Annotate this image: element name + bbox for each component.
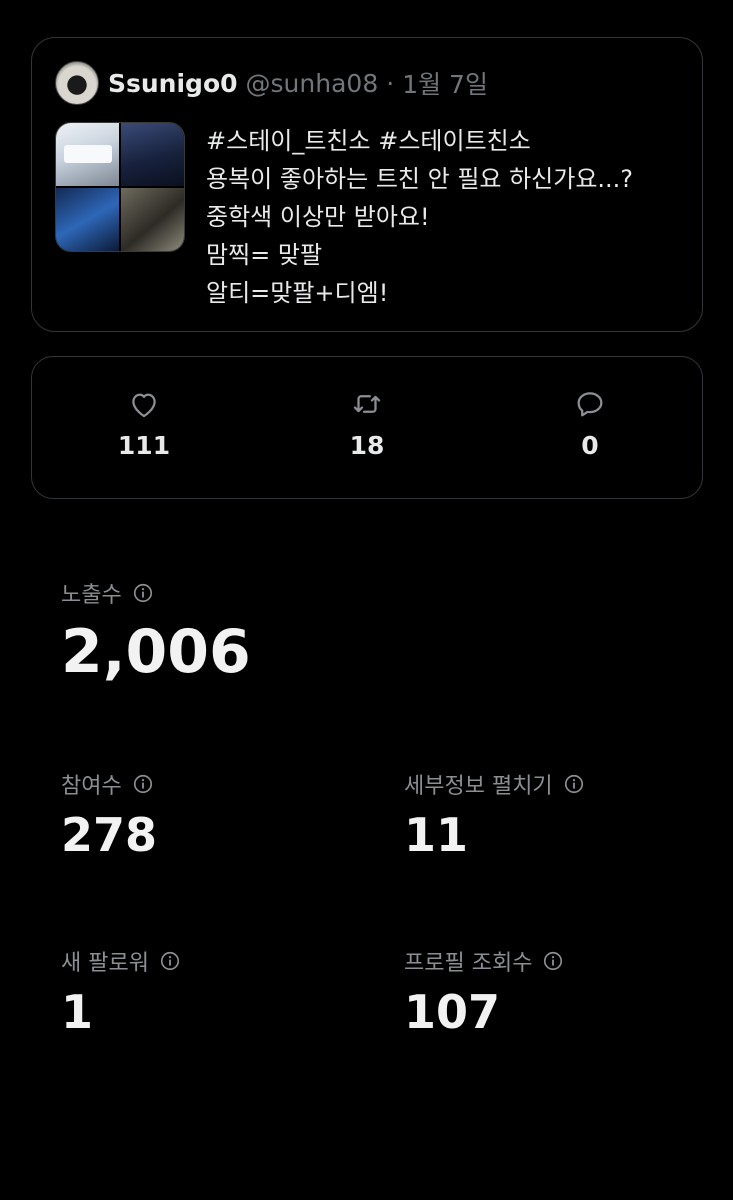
quoted-tweet-card[interactable]: Ssunigo0 @sunha08 · 1월 7일 #스테이_트친소 #스테이트… [31, 37, 703, 332]
separator-dot: · [386, 68, 395, 98]
engagements-value: 278 [61, 808, 158, 862]
reply-action[interactable]: 0 [530, 387, 650, 460]
new-followers-value: 1 [61, 985, 94, 1039]
author-name[interactable]: Ssunigo0 [108, 69, 238, 98]
media-image-4 [121, 188, 184, 251]
impressions-metric: 노출수 2,006 [61, 577, 251, 687]
media-thumbnail[interactable] [55, 122, 185, 252]
detail-expands-label: 세부정보 펼치기 [404, 774, 553, 799]
tweet-line: 용복이 좋아하는 트친 안 필요 하신가요...? [206, 165, 634, 193]
engagements-label: 참여수 [61, 774, 122, 799]
tweet-line: 중학색 이상만 받아요! [206, 203, 430, 231]
engagements-metric: 참여수 278 [61, 768, 157, 862]
engagement-actions-card: 111 18 0 [31, 356, 703, 499]
reply-icon [577, 392, 603, 417]
tweet-line: #스테이_트친소 #스테이트친소 [206, 127, 531, 155]
tweet-author-row: Ssunigo0 @sunha08 · 1월 7일 [55, 60, 488, 106]
info-icon[interactable] [159, 950, 181, 972]
profile-visits-label-row: 프로필 조회수 [404, 945, 564, 977]
info-icon[interactable] [132, 773, 154, 795]
profile-visits-label: 프로필 조회수 [404, 951, 533, 976]
avatar[interactable] [55, 61, 99, 105]
heart-icon [132, 393, 156, 418]
like-action[interactable]: 111 [84, 387, 204, 460]
post-date[interactable]: 1월 7일 [402, 65, 488, 101]
like-count: 111 [117, 431, 171, 460]
engagements-label-row: 참여수 [61, 768, 157, 800]
retweet-action[interactable]: 18 [307, 387, 427, 460]
detail-expands-label-row: 세부정보 펼치기 [404, 768, 585, 800]
impressions-label-row: 노출수 [61, 577, 251, 609]
media-image-2 [121, 123, 184, 186]
impressions-value: 2,006 [61, 617, 251, 687]
tweet-text: #스테이_트친소 #스테이트친소 용복이 좋아하는 트친 안 필요 하신가요..… [206, 122, 686, 312]
retweet-count: 18 [349, 431, 385, 460]
detail-expands-metric: 세부정보 펼치기 11 [404, 768, 585, 862]
new-followers-label: 새 팔로워 [61, 951, 149, 976]
retweet-icon [353, 395, 381, 413]
profile-visits-metric: 프로필 조회수 107 [404, 945, 564, 1039]
profile-visits-value: 107 [404, 985, 501, 1039]
new-followers-metric: 새 팔로워 1 [61, 945, 181, 1039]
reply-count: 0 [581, 431, 599, 460]
info-icon[interactable] [132, 582, 154, 604]
impressions-label: 노출수 [61, 583, 122, 608]
author-handle[interactable]: @sunha08 [246, 69, 379, 98]
new-followers-label-row: 새 팔로워 [61, 945, 181, 977]
tweet-line: 맘찍= 맞팔 [206, 241, 323, 269]
detail-expands-value: 11 [404, 808, 469, 862]
media-image-1 [56, 123, 119, 186]
tweet-line: 알티=맞팔+디엠! [206, 279, 389, 307]
info-icon[interactable] [542, 950, 564, 972]
media-image-3 [56, 188, 119, 251]
info-icon[interactable] [563, 773, 585, 795]
